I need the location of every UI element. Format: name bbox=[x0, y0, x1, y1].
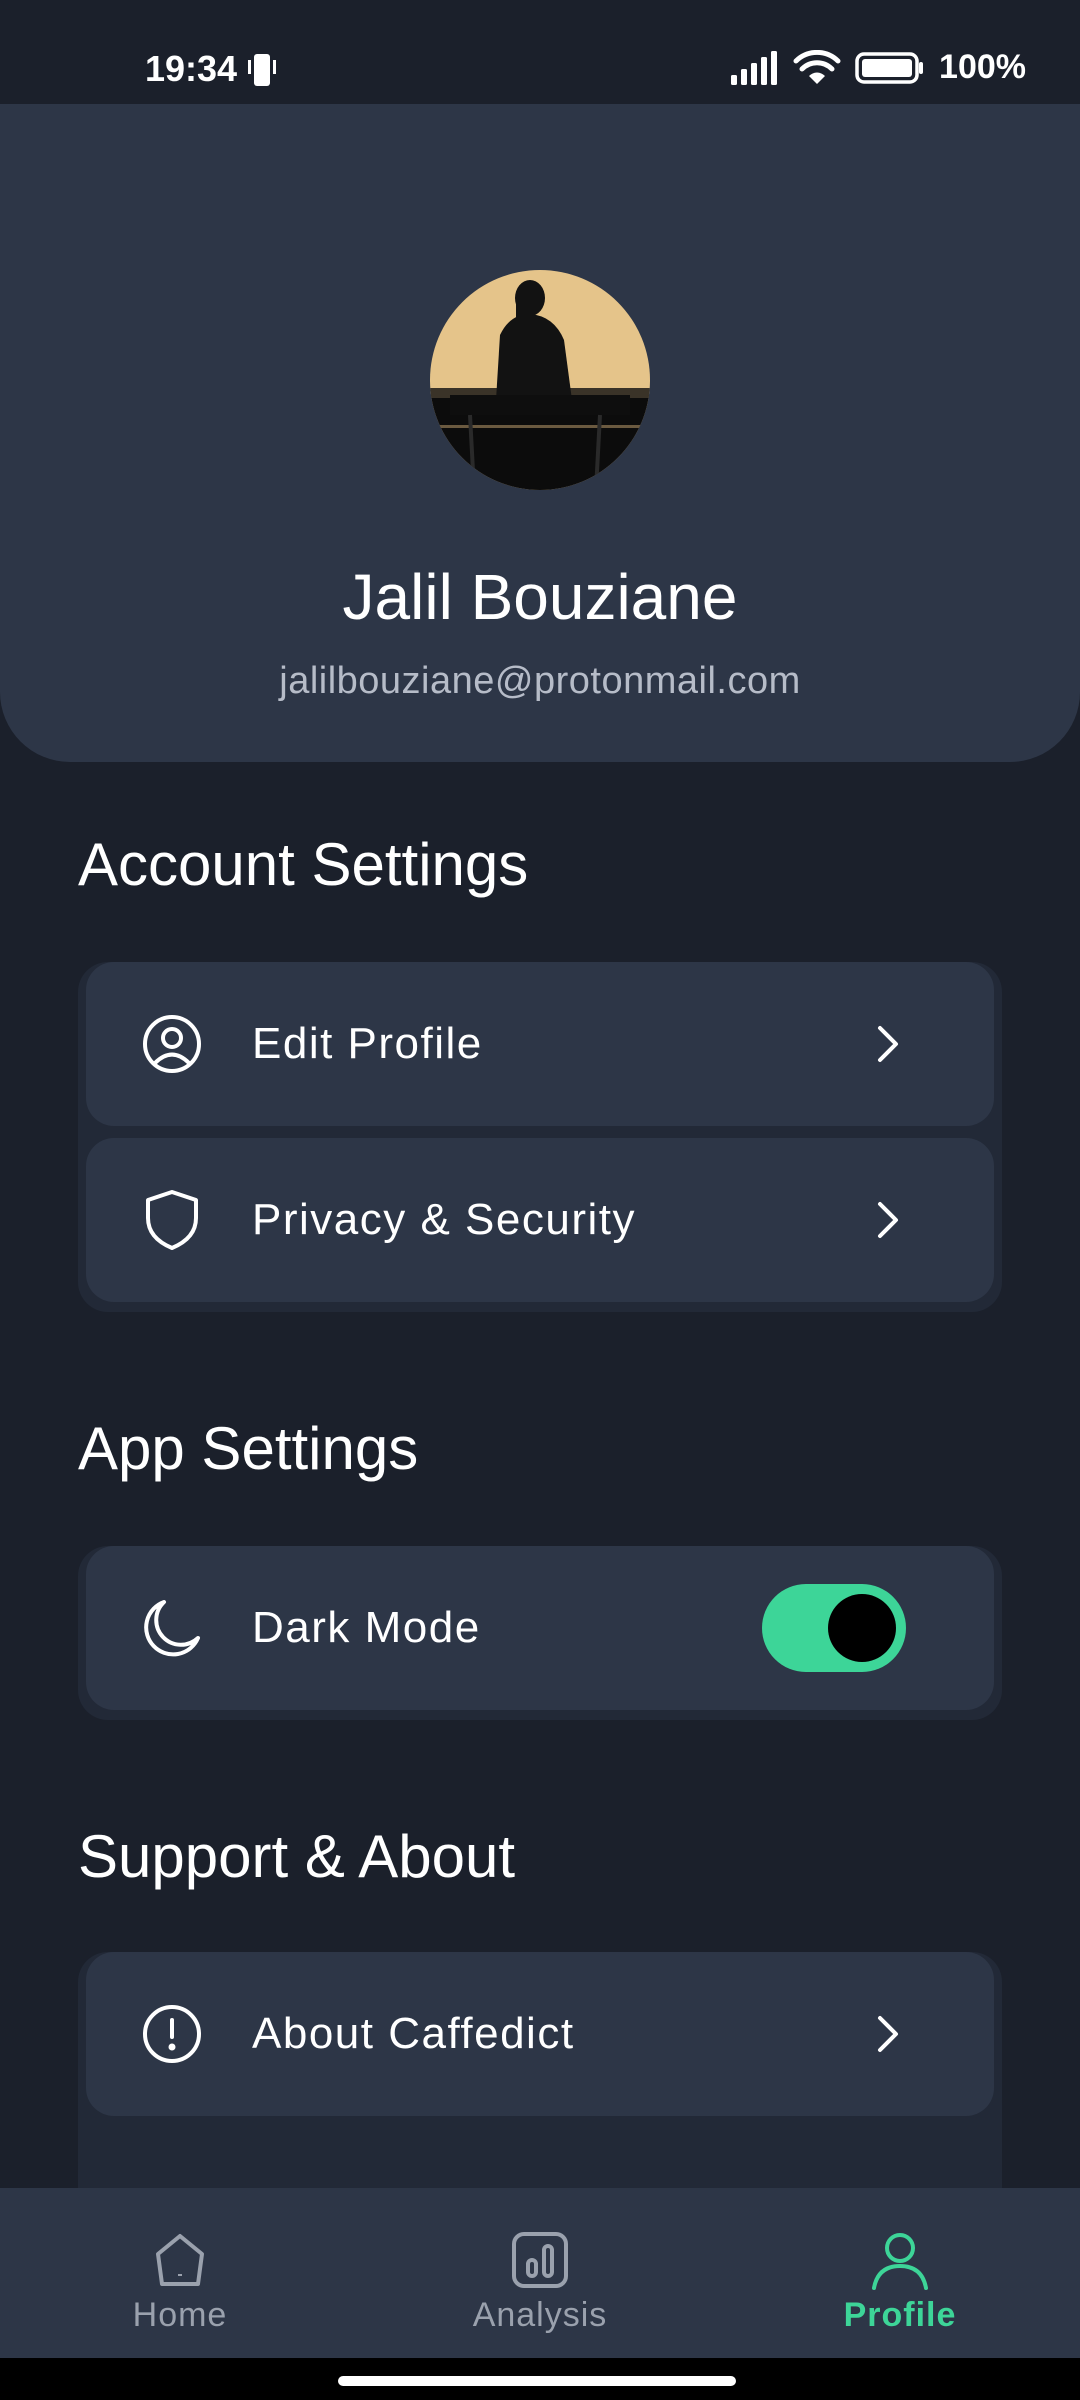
about-label: About Caffedict bbox=[252, 2009, 575, 2058]
nav-home-label: Home bbox=[132, 2296, 228, 2334]
user-email: jalilbouziane@protonmail.com bbox=[279, 660, 801, 702]
status-bar: 19:34 100% bbox=[0, 0, 1080, 104]
privacy-security-row[interactable]: Privacy & Security bbox=[86, 1138, 994, 1302]
profile-header: Jalil Bouziane jalilbouziane@protonmail.… bbox=[0, 104, 1080, 762]
section-title-account: Account Settings bbox=[78, 831, 529, 898]
nav-analysis-label: Analysis bbox=[472, 2296, 608, 2334]
phone-vibrate-icon bbox=[248, 54, 276, 86]
chevron-right-icon bbox=[878, 1026, 898, 1062]
nav-profile-label: Profile bbox=[843, 2296, 957, 2334]
dark-mode-label: Dark Mode bbox=[252, 1603, 481, 1652]
privacy-security-label: Privacy & Security bbox=[252, 1195, 636, 1244]
user-circle-icon bbox=[140, 1012, 204, 1076]
home-gesture-bar[interactable] bbox=[338, 2376, 736, 2386]
chevron-right-icon bbox=[878, 2016, 898, 2052]
toggle-knob bbox=[828, 1594, 896, 1662]
info-alert-icon bbox=[140, 2002, 204, 2066]
dark-mode-toggle[interactable] bbox=[762, 1584, 906, 1672]
about-row[interactable]: About Caffedict bbox=[86, 1952, 994, 2116]
app-settings-group: Dark Mode bbox=[78, 1546, 1002, 1720]
moon-icon bbox=[140, 1596, 204, 1660]
gesture-area bbox=[0, 2358, 1080, 2400]
nav-analysis[interactable]: Analysis bbox=[390, 2188, 690, 2358]
avatar[interactable] bbox=[430, 270, 650, 490]
edit-profile-label: Edit Profile bbox=[252, 1019, 483, 1068]
account-settings-group: Edit Profile Privacy & Security bbox=[78, 962, 1002, 1312]
chevron-right-icon bbox=[878, 1202, 898, 1238]
nav-profile[interactable]: Profile bbox=[750, 2188, 1050, 2358]
status-right: 100% bbox=[729, 48, 1026, 87]
signal-icon bbox=[731, 50, 778, 85]
section-title-app: App Settings bbox=[78, 1415, 419, 1482]
battery-percent: 100% bbox=[939, 48, 1026, 86]
nav-home[interactable]: Home bbox=[30, 2188, 330, 2358]
dark-mode-row: Dark Mode bbox=[86, 1546, 994, 1710]
section-title-support: Support & About bbox=[78, 1823, 515, 1890]
battery-icon bbox=[855, 51, 924, 84]
analysis-icon bbox=[512, 2232, 568, 2288]
status-time: 19:34 bbox=[145, 48, 238, 89]
edit-profile-row[interactable]: Edit Profile bbox=[86, 962, 994, 1126]
home-icon bbox=[156, 2234, 204, 2286]
bottom-nav: Home Analysis Profile bbox=[0, 2188, 1080, 2358]
wifi-icon bbox=[793, 49, 841, 84]
user-name: Jalil Bouziane bbox=[342, 561, 738, 633]
user-icon bbox=[872, 2233, 928, 2290]
shield-icon bbox=[140, 1188, 204, 1252]
